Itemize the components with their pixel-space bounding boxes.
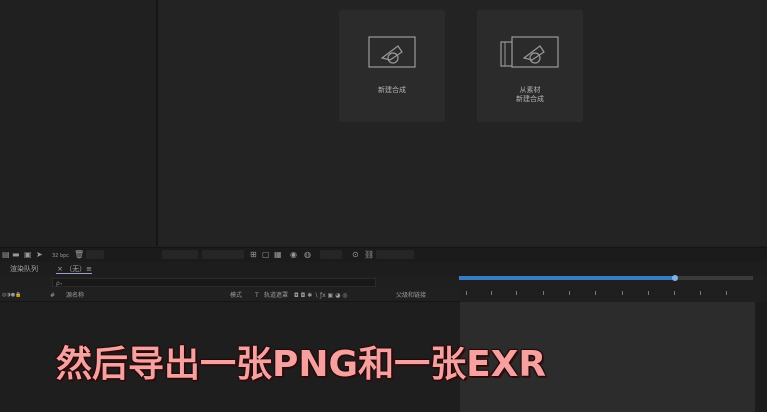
- new-comp-from-footage-label: 从素材 新建合成: [516, 86, 544, 103]
- project-field[interactable]: [86, 250, 104, 259]
- interpret-footage-icon[interactable]: ▤: [2, 251, 10, 259]
- time-tick: [516, 291, 517, 295]
- camera-icon[interactable]: ⊙: [352, 251, 359, 259]
- new-folder-icon[interactable]: ▬: [12, 251, 20, 259]
- grid-icon[interactable]: ⊞: [250, 251, 257, 259]
- new-composition-icon: [339, 36, 445, 70]
- trkmat-column[interactable]: 轨道遮罩: [264, 290, 288, 301]
- snapshot-icon[interactable]: ◉: [290, 251, 297, 259]
- link-icon[interactable]: ⛓: [364, 251, 374, 259]
- channel-icon[interactable]: ◍: [304, 251, 311, 259]
- adjust-icon[interactable]: ➤: [36, 251, 43, 259]
- source-name-column[interactable]: 源名称: [66, 290, 84, 301]
- new-composition-label: 新建合成: [378, 86, 406, 94]
- time-tick: [622, 291, 623, 295]
- time-tick: [569, 291, 570, 295]
- exposure-field[interactable]: [320, 250, 342, 259]
- new-comp-from-footage-button[interactable]: 从素材 新建合成: [477, 10, 583, 122]
- new-composition-icon[interactable]: ▣: [24, 251, 32, 259]
- parent-column[interactable]: 父级和链接: [396, 290, 426, 301]
- resolution-field[interactable]: [202, 250, 244, 259]
- video-subtitle: 然后导出一张PNG和一张EXR: [56, 344, 547, 385]
- time-tick: [726, 291, 727, 295]
- time-tick: [491, 291, 492, 295]
- project-toolbar: ▤ ▬ ▣ ➤ 32 bpc 🗑 ⊞ ▢ ▦ ◉ ◍ ⊙ ⛓: [0, 247, 767, 262]
- mode-column[interactable]: 模式: [230, 290, 242, 301]
- bpc-label[interactable]: 32 bpc: [52, 252, 69, 260]
- t-column[interactable]: T: [255, 290, 259, 301]
- composition-viewer: 新建合成 从素材 新建合成: [158, 0, 767, 246]
- work-area-end-handle[interactable]: [672, 275, 678, 281]
- footage-composition-icon: [477, 36, 583, 70]
- time-tick: [700, 291, 701, 295]
- label-column[interactable]: #: [50, 290, 55, 301]
- time-tick: [648, 291, 649, 295]
- trash-icon[interactable]: 🗑: [74, 251, 84, 259]
- time-ruler[interactable]: [460, 288, 760, 300]
- time-tick: [466, 291, 467, 295]
- timeline-tab-row: 渲染队列 × （无）≡: [0, 262, 767, 276]
- layer-column-header: ◎◑●🔒 # 源名称 模式 T 轨道遮罩 ◘ ◘ ✱ ∖ ƒx ▣ ◕ ◎ 父级…: [0, 290, 460, 302]
- zoom-field[interactable]: [162, 250, 198, 259]
- layer-search-input[interactable]: ρ₊: [52, 278, 376, 287]
- timeline-scrollbar[interactable]: [755, 302, 767, 412]
- transparency-icon[interactable]: ▦: [274, 251, 282, 259]
- time-tick: [674, 291, 675, 295]
- mask-icon[interactable]: ▢: [262, 251, 270, 259]
- view-field[interactable]: [376, 250, 414, 259]
- switches-column[interactable]: ◎◑●🔒: [2, 290, 21, 301]
- tab-render-queue[interactable]: 渲染队列: [10, 263, 38, 275]
- switches-icons-column[interactable]: ◘ ◘ ✱ ∖ ƒx ▣ ◕ ◎: [294, 290, 348, 301]
- project-panel: [0, 0, 156, 246]
- new-composition-button[interactable]: 新建合成: [339, 10, 445, 122]
- time-tick: [595, 291, 596, 295]
- active-tab-underline: [56, 273, 92, 274]
- work-area-bar[interactable]: [459, 276, 675, 280]
- time-tick: [543, 291, 544, 295]
